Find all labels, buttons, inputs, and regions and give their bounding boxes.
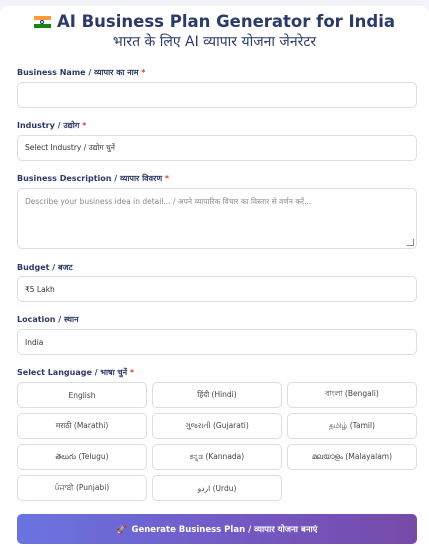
language-option-bengali[interactable]: বাংলা (Bengali) <box>287 382 417 408</box>
description-textarea[interactable]: Describe your business idea in detail...… <box>17 188 417 249</box>
language-option-hindi[interactable]: हिंदी (Hindi) <box>152 382 282 408</box>
language-options: English हिंदी (Hindi) বাংলা (Bengali) मर… <box>17 382 417 501</box>
language-label: Select Language / भाषा चुनें * <box>17 368 135 377</box>
generate-plan-button-label: Generate Business Plan / व्यापार योजना ब… <box>131 524 318 535</box>
business-name-label: Business Name / व्यापार का नाम * <box>17 68 146 77</box>
language-option-tamil[interactable]: தமிழ் (Tamil) <box>287 413 417 439</box>
description-placeholder: Describe your business idea in detail...… <box>25 197 312 206</box>
generate-plan-button[interactable]: 🚀 Generate Business Plan / व्यापार योजना… <box>17 514 417 544</box>
budget-label: Budget / बजट <box>17 263 73 272</box>
india-flag-icon <box>33 16 51 28</box>
business-name-input[interactable] <box>17 82 417 108</box>
location-label: Location / स्थान <box>17 315 79 324</box>
language-option-gujarati[interactable]: ગુજરાતી (Gujarati) <box>152 413 282 439</box>
description-label: Business Description / व्यापार विवरण * <box>17 174 170 183</box>
industry-select[interactable]: Select Industry / उद्योग चुनें <box>17 135 417 161</box>
language-option-urdu[interactable]: اردو (Urdu) <box>152 475 282 501</box>
language-option-english[interactable]: English <box>17 382 147 408</box>
budget-input[interactable]: ₹5 Lakh <box>17 276 417 302</box>
language-option-marathi[interactable]: मराठी (Marathi) <box>17 413 147 439</box>
language-option-kannada[interactable]: ಕನ್ನಡ (Kannada) <box>152 444 282 470</box>
language-option-punjabi[interactable]: ਪੰਜਾਬੀ (Punjabi) <box>17 475 147 501</box>
resize-handle-icon[interactable] <box>407 239 414 246</box>
header: AI Business Plan Generator for India भार… <box>0 12 429 51</box>
rocket-icon: 🚀 <box>116 524 127 534</box>
page-title: AI Business Plan Generator for India <box>56 12 396 31</box>
industry-label: Industry / उद्योग * <box>17 121 87 130</box>
location-input[interactable]: India <box>17 329 417 355</box>
language-option-telugu[interactable]: తెలుగు (Telugu) <box>17 444 147 470</box>
page-subtitle: भारत के लिए AI व्यापार योजना जेनरेटर <box>112 34 317 50</box>
language-option-malayalam[interactable]: മലയാളം (Malayalam) <box>287 444 417 470</box>
